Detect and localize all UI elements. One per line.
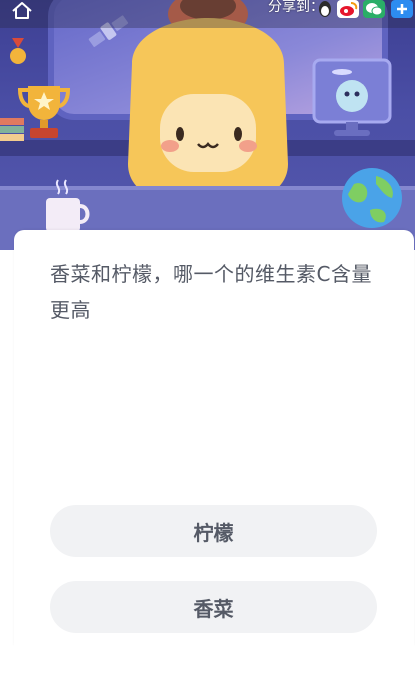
more-share-button[interactable] — [391, 0, 413, 18]
wechat-icon — [363, 0, 385, 18]
qq-penguin-icon — [319, 1, 331, 17]
answer-option-1[interactable]: 柠檬 — [50, 505, 377, 557]
weibo-icon — [337, 0, 359, 18]
monitor-alien-icon — [312, 58, 392, 136]
quiz-card: 香菜和柠檬，哪一个的维生素C含量更高 柠檬 香菜 — [14, 230, 414, 646]
bottom-area — [0, 646, 415, 682]
home-icon — [12, 2, 32, 19]
hero-illustration — [0, 0, 415, 250]
medal-icon — [10, 38, 26, 64]
question-text: 香菜和柠檬，哪一个的维生素C含量更高 — [50, 262, 372, 322]
weibo-share-button[interactable] — [337, 0, 359, 18]
answer-option-2[interactable]: 香菜 — [50, 581, 377, 633]
globe-icon — [342, 168, 402, 228]
mug-icon — [46, 179, 90, 232]
wechat-share-button[interactable] — [363, 0, 385, 18]
top-bar: 分享到： — [0, 0, 415, 28]
plus-icon — [391, 0, 413, 18]
home-button[interactable] — [10, 0, 40, 22]
books-icon — [0, 118, 24, 141]
qq-share-button[interactable] — [314, 0, 336, 18]
